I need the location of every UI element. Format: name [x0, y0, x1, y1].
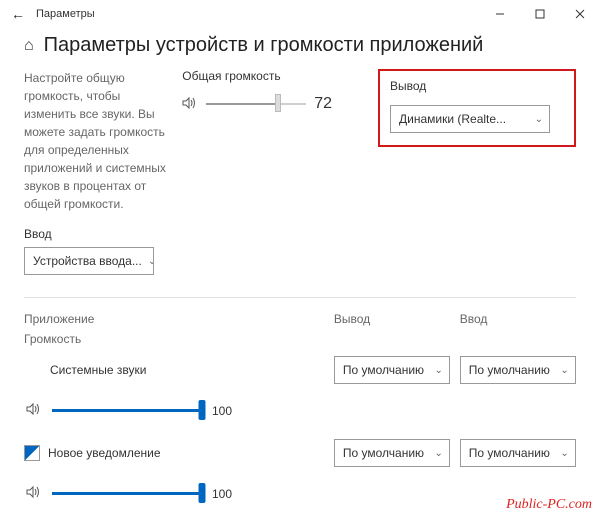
window-controls [480, 0, 600, 28]
column-app: Приложение [24, 312, 334, 326]
separator [24, 297, 576, 298]
master-volume-value: 72 [314, 95, 338, 113]
notification-output-dropdown[interactable]: По умолчанию ⌄ [334, 439, 450, 467]
master-volume-block: Общая громкость 72 [182, 69, 370, 113]
page-header: ⌂ Параметры устройств и громкости прилож… [24, 34, 576, 57]
app-row-notification: Новое уведомление По умолчанию ⌄ По умол… [24, 439, 576, 467]
column-output: Вывод [334, 312, 460, 326]
master-volume-label: Общая громкость [182, 69, 370, 83]
system-volume-row: 100 [24, 402, 576, 419]
input-label: Ввод [24, 227, 576, 241]
back-button[interactable]: ← [8, 6, 28, 22]
highlight-box: Вывод Динамики (Realte... ⌄ [378, 69, 576, 147]
app-row-system: Системные звуки По умолчанию ⌄ По умолча… [24, 356, 576, 384]
output-block: Вывод Динамики (Realte... ⌄ [378, 69, 576, 147]
output-device-value: Динамики (Realte... [399, 112, 506, 126]
speaker-icon[interactable] [182, 96, 198, 113]
columns-header: Приложение Вывод Ввод [24, 312, 576, 326]
master-volume-slider[interactable] [206, 103, 306, 105]
chevron-down-icon: ⌄ [435, 365, 443, 376]
speaker-icon[interactable] [26, 485, 42, 502]
minimize-button[interactable] [480, 0, 520, 28]
page-description: Настройте общую громкость, чтобы изменит… [24, 69, 182, 213]
notification-icon [24, 445, 40, 461]
output-label: Вывод [390, 79, 558, 93]
notification-volume-value: 100 [212, 487, 232, 501]
home-icon[interactable]: ⌂ [24, 37, 34, 55]
page-content: ⌂ Параметры устройств и громкости прилож… [0, 28, 600, 502]
chevron-down-icon: ⌄ [560, 448, 568, 459]
app-name-system: Системные звуки [24, 363, 146, 377]
window-title: Параметры [36, 8, 95, 20]
maximize-button[interactable] [520, 0, 560, 28]
watermark: Public-PC.com [506, 497, 592, 513]
page-title: Параметры устройств и громкости приложен… [44, 34, 484, 57]
notification-input-dropdown[interactable]: По умолчанию ⌄ [460, 439, 576, 467]
app-name-notification: Новое уведомление [48, 446, 161, 460]
output-device-dropdown[interactable]: Динамики (Realte... ⌄ [390, 105, 550, 133]
speaker-icon[interactable] [26, 402, 42, 419]
system-volume-slider[interactable] [52, 409, 202, 412]
input-device-value: Устройства ввода... [33, 254, 142, 268]
system-volume-value: 100 [212, 404, 232, 418]
chevron-down-icon: ⌄ [560, 365, 568, 376]
chevron-down-icon: ⌄ [435, 448, 443, 459]
input-device-dropdown[interactable]: Устройства ввода... ⌄ [24, 247, 154, 275]
close-button[interactable] [560, 0, 600, 28]
chevron-down-icon: ⌄ [148, 256, 154, 267]
column-volume: Громкость [24, 332, 576, 346]
system-input-dropdown[interactable]: По умолчанию ⌄ [460, 356, 576, 384]
input-block: Ввод Устройства ввода... ⌄ [24, 227, 576, 275]
notification-volume-row: 100 [24, 485, 576, 502]
notification-volume-slider[interactable] [52, 492, 202, 495]
system-output-dropdown[interactable]: По умолчанию ⌄ [334, 356, 450, 384]
column-input: Ввод [460, 312, 576, 326]
chevron-down-icon: ⌄ [535, 114, 543, 125]
titlebar: ← Параметры [0, 0, 600, 28]
